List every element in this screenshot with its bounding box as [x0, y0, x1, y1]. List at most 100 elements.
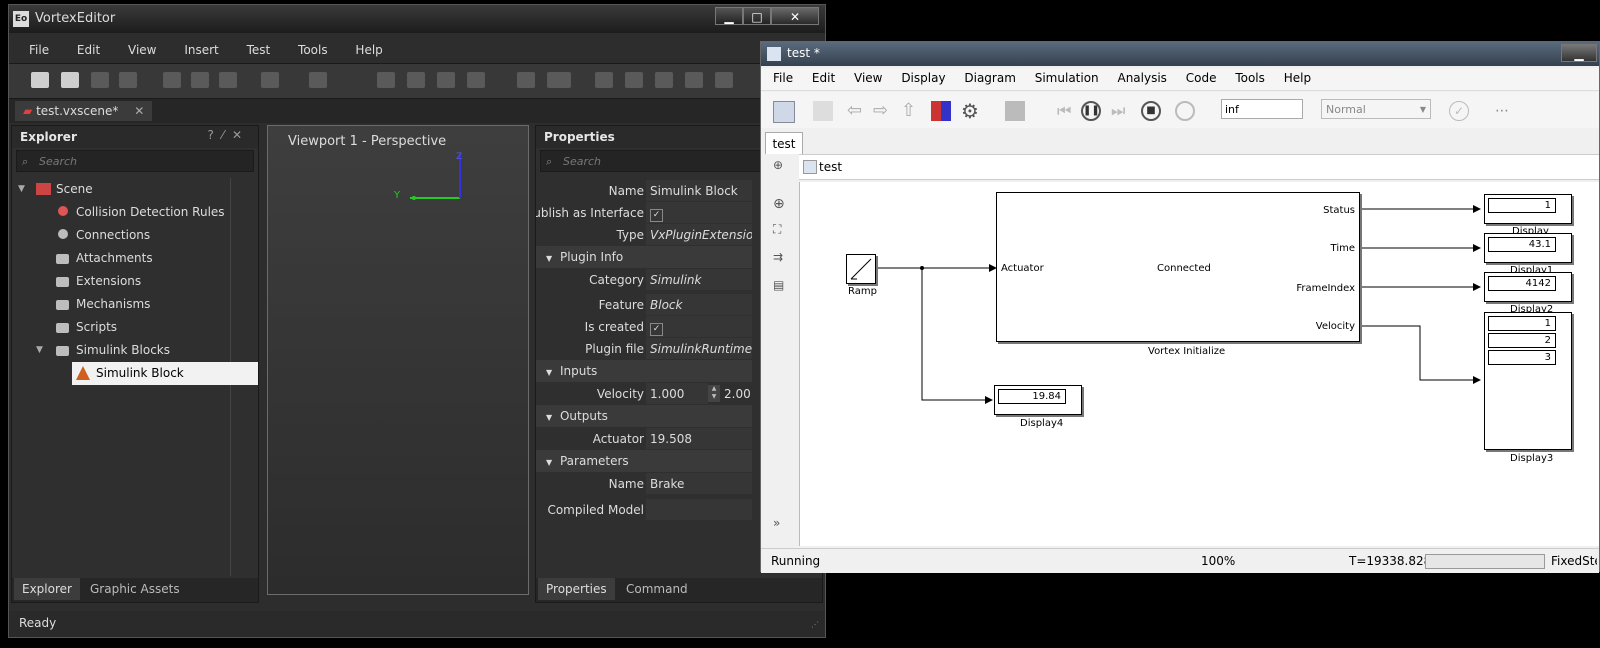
undo-icon[interactable]: [261, 72, 279, 88]
sl-menu-simulation[interactable]: Simulation: [1035, 71, 1099, 85]
tree-item-collision-rules[interactable]: Collision Detection Rules: [12, 201, 248, 224]
maximize-icon[interactable]: □: [743, 7, 771, 25]
tab-explorer[interactable]: Explorer: [14, 578, 80, 600]
simulink-title-bar[interactable]: test * ▁: [761, 42, 1599, 66]
collapse-icon[interactable]: ▼: [546, 368, 552, 377]
forward-icon[interactable]: ⇨: [873, 101, 893, 121]
arrow-icon[interactable]: ⇉: [773, 250, 783, 264]
simulink-canvas[interactable]: Ramp Actuator Connected Status Time Fram…: [799, 182, 1599, 546]
collapse-icon[interactable]: ▼: [546, 458, 552, 467]
sl-menu-tools[interactable]: Tools: [1235, 71, 1265, 85]
library-browser-icon[interactable]: [931, 101, 951, 121]
minimize-icon[interactable]: ▁: [715, 7, 743, 25]
sl-menu-help[interactable]: Help: [1284, 71, 1311, 85]
paste-icon[interactable]: [219, 72, 237, 88]
display3-block[interactable]: 1 2 3: [1484, 312, 1572, 450]
stop-time-input[interactable]: inf: [1221, 99, 1303, 119]
tree-item-attachments[interactable]: Attachments: [12, 247, 248, 270]
velocity-input-2[interactable]: 2.00: [724, 383, 751, 405]
snap-icon[interactable]: [655, 72, 673, 88]
close-icon[interactable]: ✕: [771, 7, 819, 25]
velocity-input[interactable]: 1.000: [646, 383, 708, 404]
menu-insert[interactable]: Insert: [184, 43, 218, 57]
close-tab-icon[interactable]: ✕: [134, 104, 144, 118]
param-name-value[interactable]: Brake: [646, 473, 752, 494]
cut-icon[interactable]: [163, 72, 181, 88]
display2-block[interactable]: 4142: [1484, 272, 1572, 302]
step-back-icon[interactable]: ⏮: [1057, 101, 1077, 121]
measure-icon[interactable]: [685, 72, 703, 88]
section-outputs[interactable]: ▼ Outputs: [536, 405, 752, 427]
compiled-model-value[interactable]: [646, 499, 752, 520]
save-icon[interactable]: [91, 72, 109, 88]
prop-name-value[interactable]: Simulink Block: [646, 180, 752, 201]
pause-icon[interactable]: ❚❚: [1081, 101, 1101, 121]
explorer-search-input[interactable]: ⌕ Search: [16, 150, 254, 172]
expand-palette-icon[interactable]: »: [773, 516, 780, 530]
expand-icon[interactable]: ▼: [18, 178, 25, 201]
menu-tools[interactable]: Tools: [298, 43, 328, 57]
tab-graphic-assets[interactable]: Graphic Assets: [82, 578, 188, 600]
doc-tab[interactable]: ▰ test.vxscene* ✕: [15, 101, 153, 121]
scale-icon[interactable]: [467, 72, 485, 88]
grid-icon[interactable]: ⋯: [1495, 101, 1515, 121]
open-folder-icon[interactable]: [61, 72, 79, 88]
tree-item-scene[interactable]: ▼ Scene: [12, 178, 248, 201]
gear-icon[interactable]: ⚙: [961, 101, 981, 121]
publish-checkbox[interactable]: ✓: [650, 209, 663, 222]
tree-item-scripts[interactable]: Scripts: [12, 316, 248, 339]
vortex-title-bar[interactable]: Eo VortexEditor ▁ □ ✕: [9, 5, 825, 33]
up-icon[interactable]: ⇧: [901, 101, 921, 121]
settings-icon[interactable]: [595, 72, 613, 88]
menu-file[interactable]: File: [29, 43, 49, 57]
translate-icon[interactable]: [407, 72, 425, 88]
stop-icon[interactable]: [517, 72, 535, 88]
viewport-3d[interactable]: Viewport 1 - Perspective Y Z: [267, 125, 529, 595]
ramp-block[interactable]: [846, 254, 876, 284]
sl-menu-view[interactable]: View: [854, 71, 882, 85]
model-explorer-icon[interactable]: [1005, 101, 1025, 121]
sl-menu-diagram[interactable]: Diagram: [964, 71, 1016, 85]
collapse-icon[interactable]: ▼: [546, 254, 552, 263]
gear-icon[interactable]: [625, 72, 643, 88]
sl-menu-analysis[interactable]: Analysis: [1117, 71, 1166, 85]
sl-menu-file[interactable]: File: [773, 71, 793, 85]
vortex-initialize-block[interactable]: Actuator Connected Status Time FrameInde…: [996, 192, 1360, 342]
collapse-icon[interactable]: ▼: [546, 413, 552, 422]
hide-browser-icon[interactable]: ⊕: [773, 158, 783, 172]
save-all-icon[interactable]: [119, 72, 137, 88]
rotate-icon[interactable]: [437, 72, 455, 88]
tree-item-mechanisms[interactable]: Mechanisms: [12, 293, 248, 316]
menu-test[interactable]: Test: [247, 43, 271, 57]
display4-block[interactable]: 19.84: [994, 385, 1082, 415]
tab-command[interactable]: Command: [618, 578, 696, 600]
spinner-icon[interactable]: ▲ ▼: [708, 385, 720, 402]
sl-menu-code[interactable]: Code: [1186, 71, 1217, 85]
redo-icon[interactable]: [309, 72, 327, 88]
section-parameters[interactable]: ▼ Parameters: [536, 450, 752, 472]
new-file-icon[interactable]: [31, 72, 49, 88]
resize-grip-icon[interactable]: ⋰: [811, 620, 819, 629]
is-created-checkbox[interactable]: ✓: [650, 323, 663, 336]
zoom-in-icon[interactable]: ⊕: [773, 196, 785, 212]
record-icon[interactable]: [547, 72, 571, 88]
save-icon[interactable]: [813, 101, 833, 121]
tree-item-extensions[interactable]: Extensions: [12, 270, 248, 293]
tree-item-simulink-blocks[interactable]: ▼ Simulink Blocks: [12, 339, 248, 362]
new-model-icon[interactable]: [773, 101, 795, 123]
check-icon[interactable]: ✓: [1449, 101, 1469, 121]
pin-icon[interactable]: ⁄: [222, 128, 232, 142]
expand-icon[interactable]: ▼: [36, 339, 43, 362]
display1-block[interactable]: 43.1: [1484, 233, 1572, 263]
breadcrumb[interactable]: test: [819, 160, 842, 174]
minimize-icon[interactable]: ▁: [1561, 44, 1597, 62]
close-panel-icon[interactable]: ✕: [232, 128, 250, 142]
help-icon[interactable]: ?: [208, 128, 222, 142]
select-icon[interactable]: [377, 72, 395, 88]
sl-menu-edit[interactable]: Edit: [812, 71, 835, 85]
back-icon[interactable]: ⇦: [847, 101, 867, 121]
tab-properties[interactable]: Properties: [538, 578, 615, 600]
menu-edit[interactable]: Edit: [77, 43, 100, 57]
record-icon[interactable]: [1175, 101, 1195, 121]
menu-view[interactable]: View: [128, 43, 156, 57]
